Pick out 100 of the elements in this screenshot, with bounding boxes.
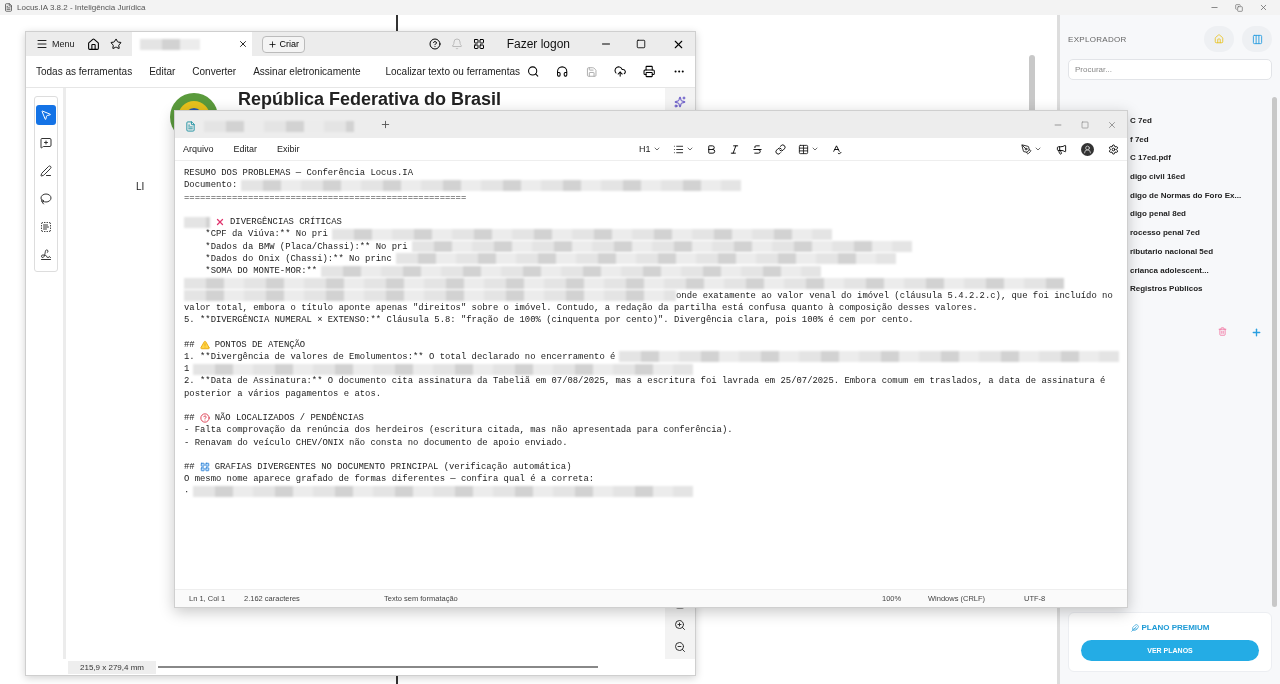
- line-text: 1. **Divergência de valores de Emolumentos:** O total declarado no encerramento é: [184, 351, 616, 362]
- zoom-out-icon: [674, 641, 686, 653]
- file-item[interactable]: f 7ed: [1130, 134, 1272, 148]
- section-heading: DIVERGÊNCIAS CRÍTICAS: [230, 217, 342, 228]
- add-icon[interactable]: [1251, 326, 1262, 338]
- print-icon[interactable]: [643, 65, 656, 78]
- line-text: *SOMA DO MONTE-MOR:**: [204, 266, 318, 277]
- line-text: onde exatamente ao valor venal do imóvel (cláusula 5.4.2.2.c), que foi incluído no: [676, 290, 1113, 301]
- line-text: - Renavam do veículo CHEV/ONIX não consta no documento de apoio enviado.: [184, 437, 568, 448]
- edit-image-button[interactable]: [674, 96, 686, 108]
- line-text: posterior a vários pagamentos e atos.: [184, 388, 382, 399]
- line-text: valor total, embora o título aponte apenas "direitos" sobre o imóvel. Contudo, a redação da partilha está confusa quanto à composição desses valores.: [184, 302, 978, 313]
- app-icon: [4, 3, 13, 12]
- link-icon[interactable]: [774, 143, 786, 155]
- file-item[interactable]: C 17ed.pdf: [1130, 153, 1272, 167]
- question-icon: [199, 413, 210, 424]
- grid-icon: [199, 462, 210, 473]
- italic-icon[interactable]: [728, 143, 740, 155]
- line-text: ##: [184, 413, 195, 424]
- line-text: O mesmo nome aparece grafado de formas diferentes — confira qual é a correta:: [184, 474, 595, 485]
- toolbar-item[interactable]: Editar: [149, 66, 176, 77]
- create-button[interactable]: Criar: [261, 35, 305, 53]
- comment-icon: [40, 137, 52, 149]
- toolbar-item[interactable]: Assinar eletronicamente: [253, 66, 361, 77]
- menu-button[interactable]: Menu: [34, 38, 77, 50]
- upload-icon[interactable]: [614, 65, 627, 78]
- zoom-in-button[interactable]: [674, 619, 686, 631]
- notepad-icon: [185, 121, 196, 132]
- menu-item[interactable]: Arquivo: [183, 144, 214, 154]
- section-heading: NÃO LOCALIZADOS / PENDÊNCIAS: [214, 413, 364, 424]
- list-icon: [672, 143, 684, 155]
- home-icon[interactable]: [86, 37, 100, 51]
- line-text: - Falta comprovação da renúncia dos herdeiros (escritura citada, mas não apresentada para conferência).: [184, 425, 733, 436]
- file-item[interactable]: C 7ed: [1130, 116, 1272, 129]
- zoom-in-icon: [674, 619, 686, 631]
- section-heading: PONTOS DE ATENÇÃO: [214, 339, 306, 350]
- toolbar-item[interactable]: Todas as ferramentas: [36, 66, 133, 77]
- page-size: 215,9 x 279,4 mm: [68, 660, 157, 674]
- line-text: 5. **DIVERGÊNCIA NUMERAL × EXTENSO:** Cláusula 5.8: "fração de 100% (cinquenta por cento)". Divergência clara, pois 100% é cem por cento.: [184, 315, 914, 326]
- spellcheck-icon[interactable]: [830, 143, 842, 155]
- pen-icon: [1021, 143, 1032, 155]
- file-item[interactable]: crianca adolescent...: [1130, 265, 1272, 279]
- table-icon: [797, 143, 809, 155]
- maximize-icon[interactable]: [636, 39, 646, 49]
- heading-dropdown[interactable]: H1: [639, 144, 661, 154]
- person-icon: [1083, 144, 1092, 154]
- file-item[interactable]: digo penal 8ed: [1130, 209, 1272, 223]
- line-text: Documento:: [184, 180, 238, 191]
- signature-icon: [40, 249, 52, 261]
- document-heading: República Federativa do Brasil: [238, 89, 502, 110]
- sparkle-icon: [674, 96, 686, 108]
- plan-label: PLANO PREMIUM: [1130, 623, 1210, 632]
- strikethrough-icon[interactable]: [751, 143, 763, 155]
- line-text: ##: [184, 462, 195, 473]
- warning-icon: [199, 339, 210, 350]
- line-text: ·: [184, 486, 190, 497]
- headphones-icon[interactable]: [556, 65, 569, 78]
- toolbar-item[interactable]: Converter: [192, 66, 237, 77]
- file-item[interactable]: rocesso penal 7ed: [1130, 228, 1272, 241]
- find-tools-link[interactable]: Localizar texto ou ferramentas: [385, 66, 520, 77]
- line-text: *Dados do Onix (Chassi):** No princ: [204, 253, 392, 264]
- megaphone-icon[interactable]: [1056, 143, 1067, 155]
- file-item[interactable]: digo de Normas do Foro Ex...: [1130, 190, 1272, 204]
- line-text: *Dados da BMW (Placa/Chassi):** No pri: [204, 241, 408, 252]
- apps-icon[interactable]: [472, 38, 485, 50]
- help-icon[interactable]: [428, 38, 441, 50]
- avatar[interactable]: [1081, 142, 1094, 156]
- close-icon[interactable]: [237, 39, 248, 49]
- zoom-out-button[interactable]: [674, 641, 686, 653]
- search-icon[interactable]: [527, 65, 540, 78]
- chevron-icon: [685, 145, 694, 153]
- file-item[interactable]: digo civil 16ed: [1130, 172, 1272, 185]
- menu-item[interactable]: Editar: [233, 144, 258, 154]
- new-tab-icon[interactable]: [380, 119, 391, 130]
- line-text: *CPF da Viúva:** No pri: [204, 229, 328, 240]
- settings-icon[interactable]: [1108, 143, 1119, 155]
- house-icon: [1214, 34, 1224, 44]
- menu-item[interactable]: Exibir: [277, 144, 300, 154]
- file-item[interactable]: Registros Públicos: [1130, 284, 1272, 297]
- pointer-icon: [40, 109, 52, 121]
- bold-icon[interactable]: [705, 143, 717, 155]
- line-text: ##: [184, 339, 195, 350]
- logon-button[interactable]: Fazer logon: [500, 36, 576, 52]
- chevron-icon: [1034, 145, 1042, 153]
- line-text: 2. **Data de Assinatura:** O documento cita assinatura da Tabeliã em 07/08/2025, mas a escritura foi lavrada em 25/07/2025. Embora comum em traslados, a data de assinatura é: [184, 376, 1106, 387]
- table-dropdown[interactable]: [797, 143, 819, 155]
- pen-icon: [40, 165, 52, 177]
- cross-icon: [215, 217, 225, 228]
- section-heading: GRAFIAS DIVERGENTES NO DOCUMENTO PRINCIPAL (verificação automática): [214, 462, 572, 473]
- feather-icon: [1130, 623, 1139, 632]
- search-field[interactable]: Procurar...: [1068, 59, 1272, 80]
- blurred-region: [184, 216, 210, 228]
- pen-dropdown[interactable]: [1021, 143, 1042, 155]
- star-icon[interactable]: [109, 38, 122, 50]
- list-dropdown[interactable]: [672, 143, 694, 155]
- chevron-icon: [652, 145, 661, 153]
- window-title: Locus.IA 3.8.2 - Inteligência Jurídica: [17, 3, 146, 12]
- plus-icon: [267, 39, 277, 49]
- file-item[interactable]: ributario nacional 5ed: [1130, 246, 1272, 260]
- columns-icon: [1251, 33, 1263, 45]
